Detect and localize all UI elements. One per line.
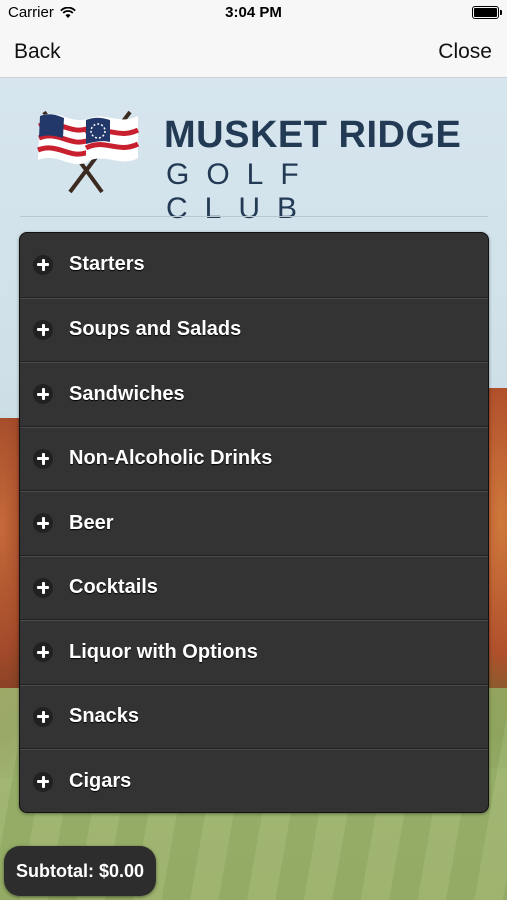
subtotal-badge[interactable]: Subtotal: $0.00 [4, 846, 157, 896]
battery-icon [472, 6, 502, 19]
menu-category-label: Sandwiches [69, 382, 185, 405]
menu-category-label: Cocktails [69, 576, 158, 599]
menu-category-label: Starters [69, 253, 145, 276]
battery-level [474, 8, 497, 17]
menu-category-starters[interactable]: Starters [20, 233, 488, 298]
navigation-bar: Back Close [0, 26, 507, 78]
plus-icon [33, 448, 53, 469]
plus-icon [33, 642, 53, 663]
menu-category-list: Starters Soups and Salads Sandwiches Non… [19, 232, 489, 813]
menu-category-label: Non-Alcoholic Drinks [69, 447, 273, 470]
clock: 3:04 PM [225, 4, 282, 21]
menu-category-snacks[interactable]: Snacks [20, 684, 488, 749]
plus-icon [33, 319, 53, 340]
plus-icon [33, 384, 53, 405]
menu-category-label: Liquor with Options [69, 640, 258, 663]
close-button[interactable]: Close [438, 40, 492, 64]
menu-category-sandwiches[interactable]: Sandwiches [20, 362, 488, 427]
menu-category-label: Soups and Salads [69, 318, 242, 341]
plus-icon [33, 254, 53, 275]
menu-category-non-alcoholic-drinks[interactable]: Non-Alcoholic Drinks [20, 426, 488, 491]
crossed-flags-icon [37, 110, 140, 194]
club-name: MUSKET RIDGE [164, 114, 462, 156]
menu-category-label: Cigars [69, 770, 132, 793]
menu-category-liquor-with-options[interactable]: Liquor with Options [20, 620, 488, 685]
club-logo: MUSKET RIDGE GOLF CLUB [26, 104, 486, 225]
menu-category-beer[interactable]: Beer [20, 491, 488, 556]
plus-icon [33, 577, 53, 598]
menu-category-soups-and-salads[interactable]: Soups and Salads [20, 297, 488, 362]
plus-icon [33, 771, 53, 792]
divider [20, 216, 488, 217]
menu-category-cocktails[interactable]: Cocktails [20, 555, 488, 620]
plus-icon [33, 513, 53, 534]
menu-category-label: Snacks [69, 705, 140, 728]
menu-category-label: Beer [69, 511, 114, 534]
menu-category-cigars[interactable]: Cigars [20, 749, 488, 812]
back-button[interactable]: Back [14, 40, 61, 64]
plus-icon [33, 706, 53, 727]
status-bar: Carrier 3:04 PM [0, 0, 507, 26]
